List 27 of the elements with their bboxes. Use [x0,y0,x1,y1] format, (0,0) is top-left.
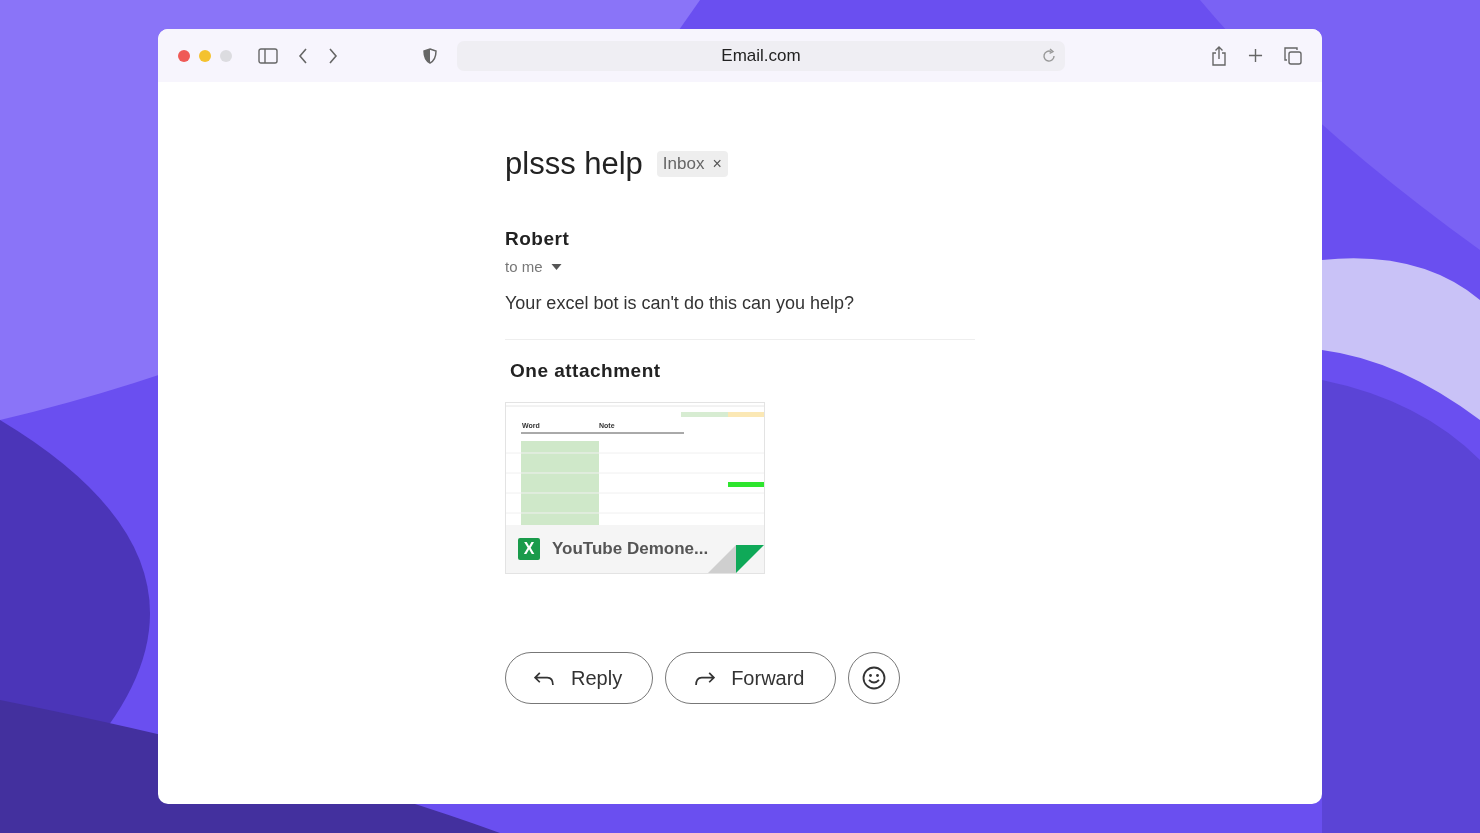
folded-corner-icon [708,545,764,573]
reply-button[interactable]: Reply [505,652,654,704]
attachment-heading: One attachment [510,360,662,382]
email-body: Your excel bot is can't do this can you help? [505,293,855,314]
share-icon[interactable] [1211,45,1227,66]
spreadsheet-file-icon: X [518,538,540,560]
dropdown-icon[interactable] [550,263,562,270]
forward-icon[interactable] [328,47,338,64]
forward-arrow-icon [694,670,716,686]
sender-name: Robert [505,228,571,250]
smiley-icon [861,666,886,690]
shield-icon[interactable] [423,47,437,64]
email-subject: plsss help [505,146,643,182]
reload-icon[interactable] [1041,47,1057,64]
label-text: Inbox [662,154,705,174]
back-icon[interactable] [298,47,308,64]
close-icon[interactable] [178,49,190,62]
plus-icon[interactable] [1248,48,1263,63]
reply-icon [534,670,555,686]
sidebar-icon[interactable] [258,47,278,64]
emoji-button[interactable] [847,652,900,704]
tabs-icon[interactable] [1284,46,1302,65]
attachment-name: YouTube Demone... [552,539,709,559]
recipient-text: to me [505,258,543,275]
remove-label-button[interactable]: × [712,155,722,173]
address-bar[interactable]: Email.com [457,40,1065,71]
forward-button[interactable]: Forward [665,652,836,704]
